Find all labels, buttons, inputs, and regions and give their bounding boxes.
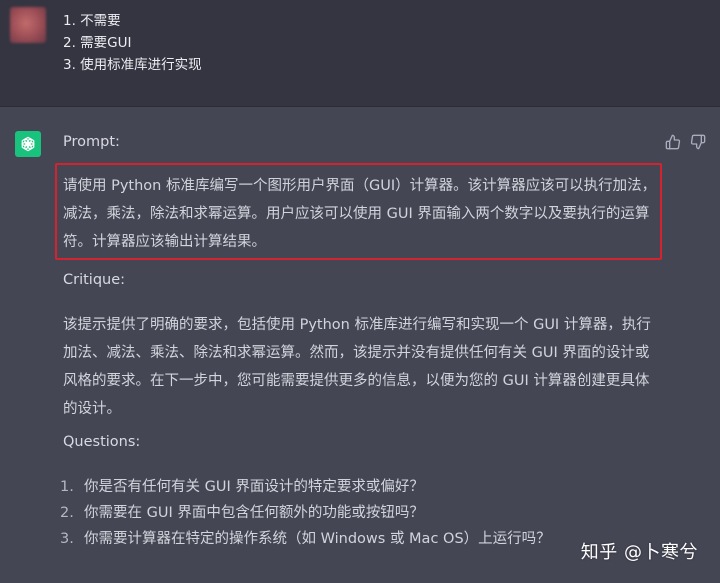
list-item: 1. 你是否有任何有关 GUI 界面设计的特定要求或偏好？ xyxy=(60,474,551,500)
critique-line: 的设计。 xyxy=(63,401,121,417)
question-text: 你是否有任何有关 GUI 界面设计的特定要求或偏好？ xyxy=(84,479,424,495)
prompt-line: 符。计算器应该输出计算结果。 xyxy=(63,234,266,250)
user-message-text: 1. 不需要 2. 需要GUI 3. 使用标准库进行实现 xyxy=(63,10,202,76)
critique-line: 风格的要求。在下一步中，您可能需要提供更多的信息，以便为您的 GUI 计算器创建… xyxy=(63,373,650,389)
questions-label: Questions: xyxy=(63,434,141,450)
user-avatar xyxy=(10,7,46,43)
thumbs-down-icon[interactable] xyxy=(690,134,706,150)
list-number: 3. xyxy=(60,531,74,547)
chat-page: 1. 不需要 2. 需要GUI 3. 使用标准库进行实现 Prompt: 请使用… xyxy=(0,0,720,583)
openai-logo-icon xyxy=(21,136,35,152)
user-message: 1. 不需要 2. 需要GUI 3. 使用标准库进行实现 xyxy=(0,0,720,107)
critique-line: 加法、减法、乘法、除法和求幂运算。然而，该提示并没有提供任何有关 GUI 界面的… xyxy=(63,345,650,361)
zhihu-watermark: 知乎 @卜寒兮 xyxy=(580,542,698,563)
user-line: 1. 不需要 xyxy=(63,13,121,29)
question-text: 你需要在 GUI 界面中包含任何额外的功能或按钮吗？ xyxy=(84,505,424,521)
prompt-line: 请使用 Python 标准库编写一个图形用户界面（GUI）计算器。该计算器应该可… xyxy=(63,178,655,194)
prompt-line: 减法，乘法，除法和求幂运算。用户应该可以使用 GUI 界面输入两个数字以及要执行… xyxy=(63,206,650,222)
questions-list: 1. 你是否有任何有关 GUI 界面设计的特定要求或偏好？ 2. 你需要在 GU… xyxy=(60,474,551,552)
critique-text: 该提示提供了明确的要求，包括使用 Python 标准库进行编写和实现一个 GUI… xyxy=(63,311,655,423)
list-item: 2. 你需要在 GUI 界面中包含任何额外的功能或按钮吗？ xyxy=(60,500,551,526)
list-number: 2. xyxy=(60,505,74,521)
user-line: 2. 需要GUI xyxy=(63,35,132,51)
list-number: 1. xyxy=(60,479,74,495)
thumbs-up-icon[interactable] xyxy=(665,134,681,150)
prompt-label: Prompt: xyxy=(63,134,120,150)
assistant-avatar xyxy=(15,131,41,157)
critique-line: 该提示提供了明确的要求，包括使用 Python 标准库进行编写和实现一个 GUI… xyxy=(63,317,651,333)
user-line: 3. 使用标准库进行实现 xyxy=(63,57,202,73)
list-item: 3. 你需要计算器在特定的操作系统（如 Windows 或 Mac OS）上运行… xyxy=(60,526,551,552)
critique-label: Critique: xyxy=(63,272,126,288)
prompt-text: 请使用 Python 标准库编写一个图形用户界面（GUI）计算器。该计算器应该可… xyxy=(63,172,655,256)
question-text: 你需要计算器在特定的操作系统（如 Windows 或 Mac OS）上运行吗？ xyxy=(84,531,551,547)
